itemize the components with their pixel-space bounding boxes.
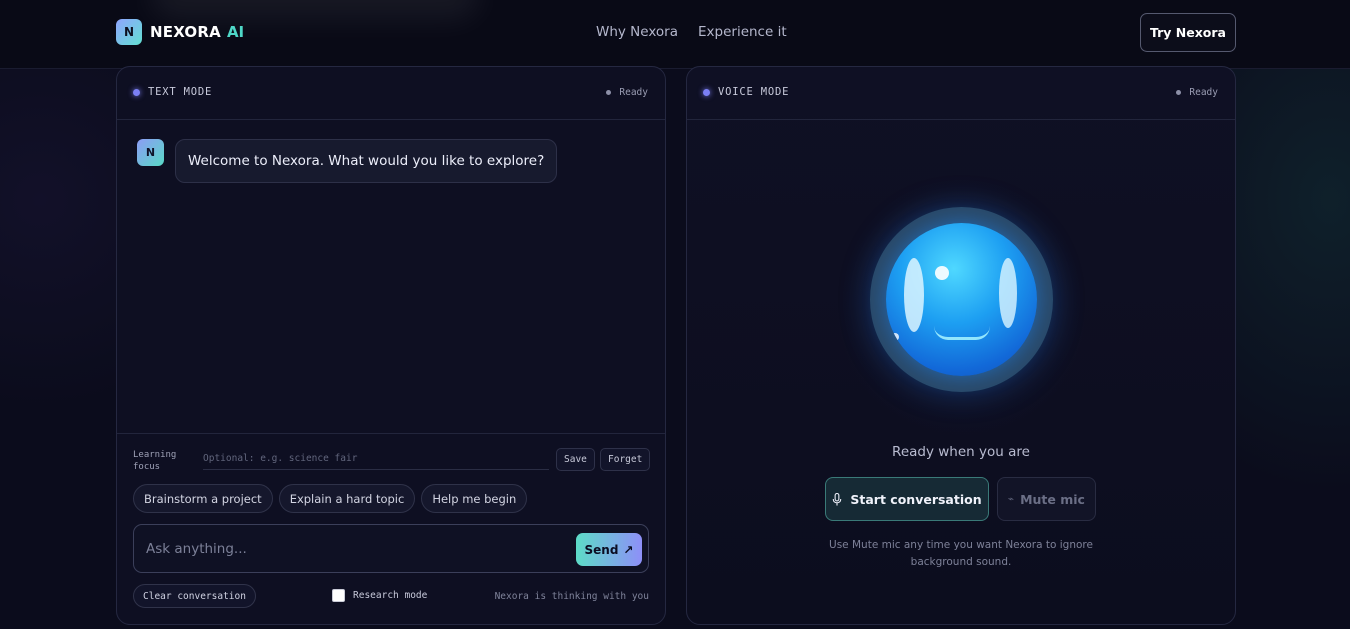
ask-input[interactable] bbox=[146, 538, 566, 560]
orb-left-eye bbox=[904, 258, 924, 332]
status-dot bbox=[606, 90, 611, 95]
arrow-up-right-icon: ↗ bbox=[623, 542, 634, 557]
nav-link-why-nexora[interactable]: Why Nexora bbox=[596, 24, 678, 40]
mute-mic-button[interactable]: ⌁ Mute mic bbox=[997, 477, 1096, 521]
learning-focus-input[interactable] bbox=[203, 448, 549, 470]
message-composer: Send ↗ bbox=[133, 524, 649, 573]
brand-suffix: AI bbox=[226, 23, 245, 41]
voice-mode-label: VOICE MODE bbox=[718, 86, 790, 98]
research-mode-toggle[interactable]: Research mode bbox=[332, 589, 427, 602]
chat-composer-area: Learning focus Save Forget Brainstorm a … bbox=[117, 433, 665, 624]
research-mode-checkbox[interactable] bbox=[332, 589, 345, 602]
text-mode-label: TEXT MODE bbox=[148, 86, 213, 98]
voice-orb-face-icon bbox=[886, 223, 1037, 376]
voice-mode-panel: VOICE MODE Ready Ready when you are Star… bbox=[686, 66, 1236, 625]
top-header: N NEXORA AI Why Nexora Experience it Try… bbox=[0, 0, 1350, 69]
mode-indicator-dot bbox=[703, 89, 710, 96]
send-label: Send bbox=[584, 542, 619, 557]
mode-indicator-dot bbox=[133, 89, 140, 96]
send-button[interactable]: Send ↗ bbox=[576, 533, 642, 566]
start-conversation-label: Start conversation bbox=[850, 491, 982, 507]
chip-help-me-begin[interactable]: Help me begin bbox=[421, 484, 528, 513]
voice-status-label: Ready bbox=[1189, 87, 1218, 98]
orb-highlight bbox=[935, 266, 949, 280]
status-dot bbox=[1176, 90, 1181, 95]
orb-right-eye bbox=[999, 258, 1017, 328]
start-conversation-button[interactable]: Start conversation bbox=[825, 477, 989, 521]
clear-conversation-button[interactable]: Clear conversation bbox=[133, 584, 256, 608]
voice-hint-text: Use Mute mic any time you want Nexora to… bbox=[829, 539, 1093, 568]
assistant-message: Welcome to Nexora. What would you like t… bbox=[175, 139, 558, 183]
orb-spark bbox=[891, 333, 899, 341]
save-focus-button[interactable]: Save bbox=[556, 448, 595, 471]
nav-link-experience-it[interactable]: Experience it bbox=[698, 24, 787, 40]
forget-focus-button[interactable]: Forget bbox=[600, 448, 651, 471]
chip-brainstorm-project[interactable]: Brainstorm a project bbox=[133, 484, 273, 513]
microphone-icon bbox=[833, 492, 842, 506]
suggestion-chips: Brainstorm a project Explain a hard topi… bbox=[133, 484, 528, 513]
learning-focus-label: Learning focus bbox=[133, 450, 177, 472]
try-nexora-button[interactable]: Try Nexora bbox=[1140, 13, 1236, 52]
text-status-label: Ready bbox=[619, 87, 648, 98]
logo-badge: N bbox=[116, 19, 142, 45]
assistant-avatar: N bbox=[137, 139, 164, 166]
brand-name: NEXORA bbox=[150, 23, 221, 41]
text-panel-header: TEXT MODE Ready bbox=[117, 67, 665, 120]
voice-ready-text: Ready when you are bbox=[892, 444, 1030, 460]
mute-mic-label: Mute mic bbox=[1020, 491, 1085, 507]
chip-explain-hard-topic[interactable]: Explain a hard topic bbox=[278, 484, 416, 513]
logo[interactable]: N NEXORA AI bbox=[116, 19, 244, 45]
header-glow bbox=[150, 0, 480, 20]
orb-smile bbox=[934, 326, 990, 340]
research-mode-label: Research mode bbox=[353, 590, 428, 601]
mute-mic-icon: ⌁ bbox=[1008, 493, 1015, 505]
thinking-status: Nexora is thinking with you bbox=[494, 591, 649, 602]
text-mode-panel: TEXT MODE Ready N Welcome to Nexora. Wha… bbox=[116, 66, 666, 625]
voice-panel-header: VOICE MODE Ready bbox=[687, 67, 1235, 120]
